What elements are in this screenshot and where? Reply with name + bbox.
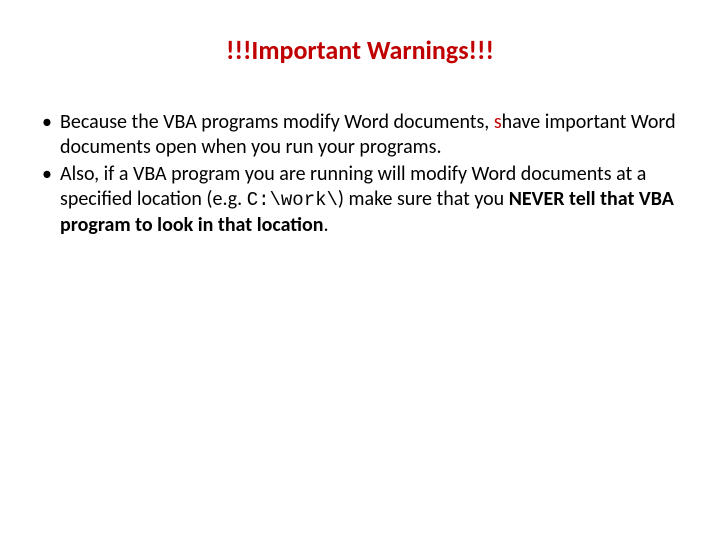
bullet1-text-part1: Because the VBA programs modify Word doc… — [60, 110, 494, 134]
bullet-item-2: Also, if a VBA program you are running w… — [30, 162, 690, 238]
bullet2-text-part3: . — [324, 213, 329, 237]
bullet1-red-char: s — [494, 110, 502, 134]
bullet-item-1: Because the VBA programs modify Word doc… — [30, 110, 690, 160]
slide-title: !!!Important Warnings!!! — [30, 34, 690, 66]
slide-container: !!!Important Warnings!!! Because the VBA… — [0, 0, 720, 540]
bullet2-text-part2: ) make sure that you — [338, 187, 509, 211]
bullet2-code: C:\work\ — [247, 189, 338, 211]
bullet-list: Because the VBA programs modify Word doc… — [30, 110, 690, 238]
